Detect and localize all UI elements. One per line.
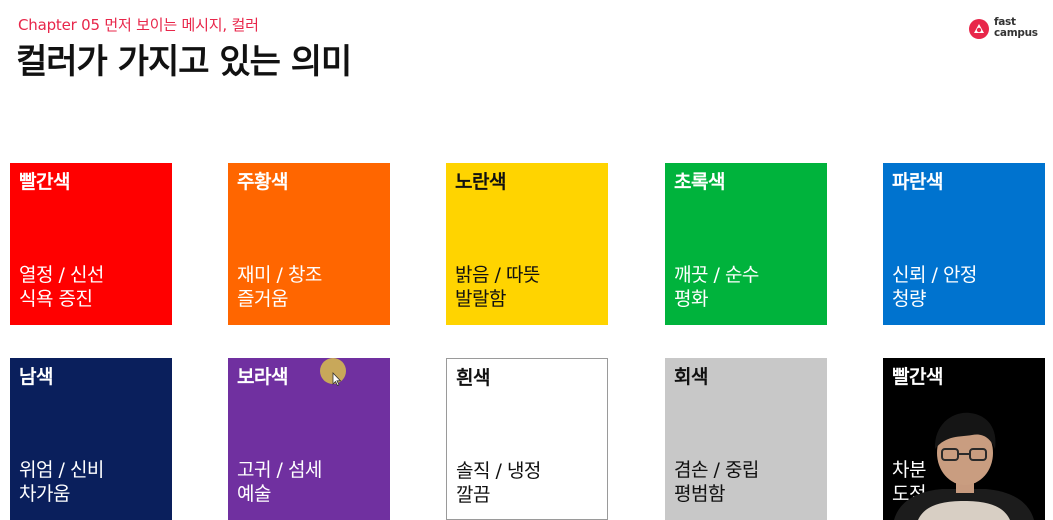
color-meaning: 겸손 / 중립 평범함 (674, 458, 759, 506)
slide-title: 컬러가 가지고 있는 의미 (16, 42, 352, 82)
color-card-white: 흰색 솔직 / 냉정 깔끔 (446, 358, 608, 520)
logo-line-2: campus (994, 27, 1038, 39)
meaning-line-2: 평화 (674, 288, 708, 310)
logo-wordmark: fast campus (994, 17, 1038, 39)
color-name: 보라색 (237, 366, 288, 388)
meaning-line-1: 솔직 / 냉정 (456, 460, 541, 482)
mouse-pointer-icon (332, 372, 342, 386)
color-meaning: 위엄 / 신비 차가움 (19, 458, 104, 506)
meaning-line-2: 즐거움 (237, 288, 288, 310)
color-meaning: 깨끗 / 순수 평화 (674, 263, 759, 311)
color-card-blue: 파란색 신뢰 / 안정 청량 (883, 163, 1045, 325)
meaning-line-1: 깨끗 / 순수 (674, 264, 759, 286)
color-card-green: 초록색 깨끗 / 순수 평화 (665, 163, 827, 325)
color-meaning: 신뢰 / 안정 청량 (892, 263, 977, 311)
color-card-yellow: 노란색 밝음 / 따뜻 발랄함 (446, 163, 608, 325)
meaning-line-1: 겸손 / 중립 (674, 459, 759, 481)
chapter-label: Chapter 05 먼저 보이는 메시지, 컬러 (18, 16, 259, 34)
color-meaning: 재미 / 창조 즐거움 (237, 263, 322, 311)
color-card-gray: 회색 겸손 / 중립 평범함 (665, 358, 827, 520)
color-name: 흰색 (456, 367, 490, 389)
meaning-line-2: 차가움 (19, 483, 70, 505)
meaning-line-2: 청량 (892, 288, 926, 310)
color-card-orange: 주황색 재미 / 창조 즐거움 (228, 163, 390, 325)
meaning-line-2: 예술 (237, 483, 271, 505)
meaning-line-2: 발랄함 (455, 288, 506, 310)
fastcampus-logo-icon (969, 19, 989, 39)
presentation-slide: Chapter 05 먼저 보이는 메시지, 컬러 컬러가 가지고 있는 의미 … (0, 0, 1053, 520)
presenter-webcam-overlay (894, 412, 1034, 520)
color-meaning: 솔직 / 냉정 깔끔 (456, 459, 541, 507)
color-name: 회색 (674, 366, 708, 388)
color-card-red: 빨간색 열정 / 신선 식욕 증진 (10, 163, 172, 325)
meaning-line-1: 고귀 / 섬세 (237, 459, 322, 481)
meaning-line-2: 깔끔 (456, 484, 490, 506)
meaning-line-1: 밝음 / 따뜻 (455, 264, 540, 286)
color-name: 빨간색 (892, 366, 943, 388)
color-name: 빨간색 (19, 171, 70, 193)
color-card-purple: 보라색 고귀 / 섬세 예술 (228, 358, 390, 520)
meaning-line-2: 평범함 (674, 483, 725, 505)
color-meaning: 열정 / 신선 식욕 증진 (19, 263, 104, 311)
meaning-line-2: 식욕 증진 (19, 288, 93, 310)
color-name: 파란색 (892, 171, 943, 193)
color-name: 초록색 (674, 171, 725, 193)
meaning-line-1: 열정 / 신선 (19, 264, 104, 286)
meaning-line-1: 신뢰 / 안정 (892, 264, 977, 286)
color-name: 노란색 (455, 171, 506, 193)
color-card-navy: 남색 위엄 / 신비 차가움 (10, 358, 172, 520)
color-meaning: 밝음 / 따뜻 발랄함 (455, 263, 540, 311)
color-meaning: 고귀 / 섬세 예술 (237, 458, 322, 506)
meaning-line-1: 위엄 / 신비 (19, 459, 104, 481)
color-name: 남색 (19, 366, 53, 388)
meaning-line-1: 재미 / 창조 (237, 264, 322, 286)
fastcampus-logo: fast campus (968, 16, 1044, 44)
color-name: 주황색 (237, 171, 288, 193)
